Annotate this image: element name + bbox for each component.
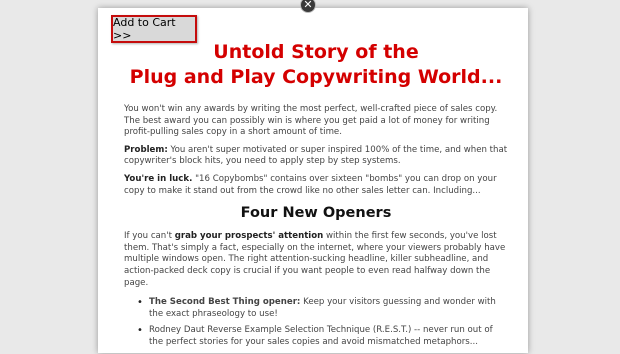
headline-line-1: Untold Story of the — [213, 41, 419, 63]
openers-bold: grab your prospects' attention — [174, 231, 324, 242]
list-item: Rodney Daut Reverse Example Selection Te… — [137, 325, 508, 348]
add-to-cart-button[interactable]: Add to Cart >> — [111, 15, 197, 43]
luck-label: You're in luck. — [124, 173, 193, 184]
openers-list: The Second Best Thing opener: Keep your … — [124, 297, 508, 348]
openers-paragraph: If you can't grab your prospects' attent… — [124, 231, 508, 289]
problem-label: Problem: — [124, 144, 168, 155]
sales-copy: Untold Story of the Plug and Play Copywr… — [124, 40, 508, 354]
bullet-1-label: The Second Best Thing opener: — [149, 297, 301, 308]
intro-paragraph: You won't win any awards by writing the … — [124, 104, 498, 138]
section-title: Four New Openers — [240, 205, 392, 222]
bullet-2-text: Rodney Daut Reverse Example Selection Te… — [149, 325, 493, 347]
headline-line-2: Plug and Play Copywriting World... — [129, 66, 503, 88]
problem-paragraph: Problem: You aren't super motivated or s… — [124, 145, 508, 168]
problem-text: You aren't super motivated or super insp… — [124, 144, 508, 167]
openers-text-a: If you can't — [124, 231, 175, 242]
luck-paragraph: You're in luck. "16 Copybombs" contains … — [124, 174, 508, 197]
list-item: The Second Best Thing opener: Keep your … — [137, 297, 508, 320]
headline: Untold Story of the Plug and Play Copywr… — [124, 40, 508, 90]
